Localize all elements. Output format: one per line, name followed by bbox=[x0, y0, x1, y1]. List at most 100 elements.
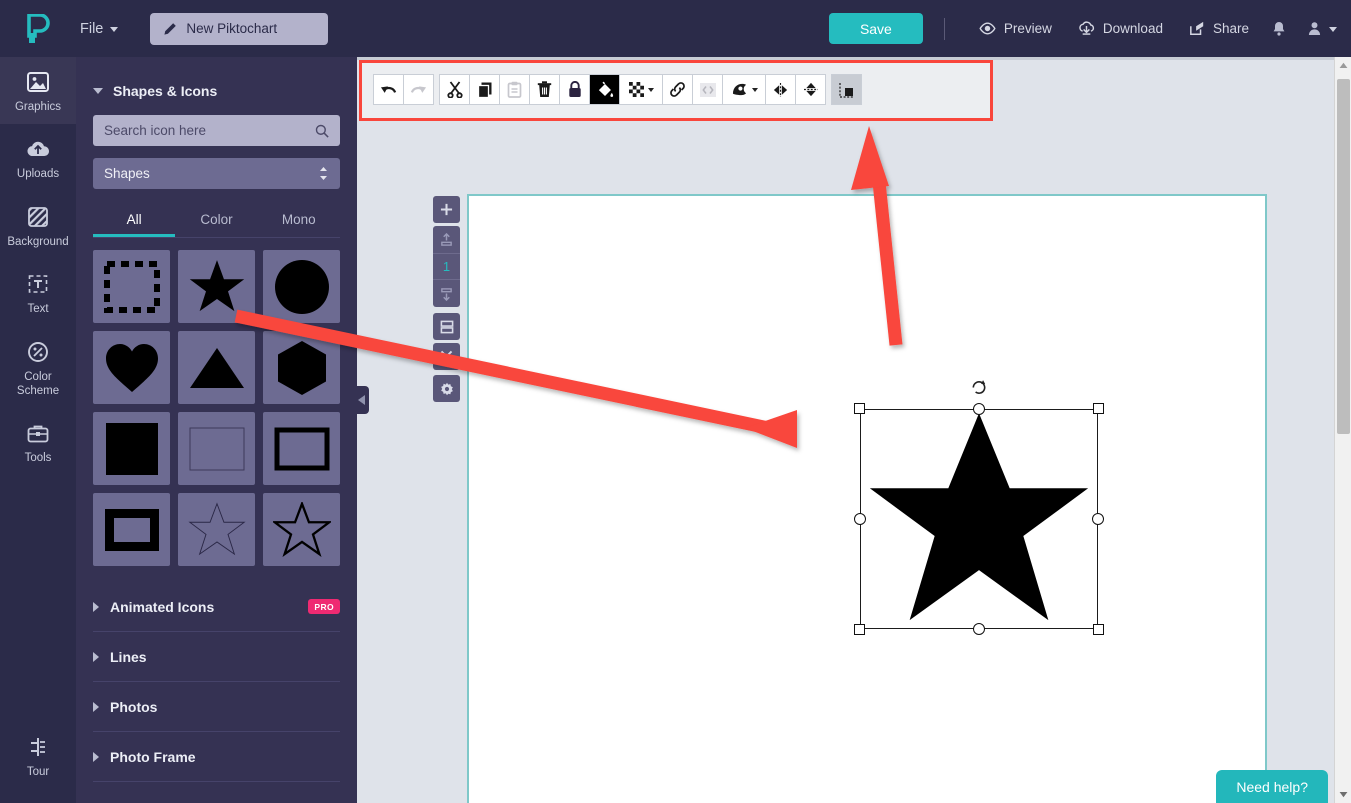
download-label: Download bbox=[1102, 21, 1163, 36]
shape-tile-rect-thick-outline[interactable] bbox=[263, 412, 340, 485]
handle-middle-right[interactable] bbox=[1092, 513, 1104, 525]
crop-mask-button[interactable] bbox=[722, 74, 766, 105]
rotate-icon[interactable] bbox=[971, 379, 988, 396]
share-button[interactable]: Share bbox=[1176, 0, 1262, 57]
delete-button[interactable] bbox=[529, 74, 560, 105]
add-block-button[interactable] bbox=[433, 196, 460, 223]
shape-tile-circle-filled[interactable] bbox=[263, 250, 340, 323]
search-input[interactable] bbox=[104, 123, 315, 138]
selected-object[interactable] bbox=[854, 380, 1104, 635]
remove-block-button[interactable] bbox=[433, 343, 460, 370]
move-block-down-button[interactable] bbox=[433, 280, 460, 307]
shape-tile-triangle-filled[interactable] bbox=[178, 331, 255, 404]
sidebar-item-background[interactable]: Background bbox=[0, 192, 76, 259]
sidebar-item-uploads[interactable]: Uploads bbox=[0, 124, 76, 191]
handle-middle-left[interactable] bbox=[854, 513, 866, 525]
shape-tile-star-filled[interactable] bbox=[178, 250, 255, 323]
rect-thick-shape-icon bbox=[274, 427, 329, 470]
lock-icon bbox=[568, 81, 581, 97]
paint-bucket-icon bbox=[598, 81, 613, 97]
chevron-down-icon bbox=[93, 88, 103, 94]
preview-button[interactable]: Preview bbox=[966, 0, 1065, 57]
move-block-up-button[interactable] bbox=[433, 226, 460, 253]
opacity-button[interactable] bbox=[619, 74, 663, 105]
chevron-down-icon bbox=[110, 27, 119, 32]
undo-button[interactable] bbox=[373, 74, 404, 105]
star-solid-shape-icon bbox=[189, 260, 244, 312]
position-button[interactable] bbox=[831, 74, 862, 105]
sidebar-label-background: Background bbox=[7, 235, 69, 248]
handle-top-left[interactable] bbox=[854, 403, 865, 414]
shape-grid bbox=[93, 250, 340, 566]
tab-all[interactable]: All bbox=[93, 203, 175, 237]
scrollbar-thumb[interactable] bbox=[1337, 79, 1350, 434]
icon-search-box[interactable] bbox=[93, 115, 340, 146]
accordion-animated-icons[interactable]: Animated Icons PRO bbox=[93, 582, 340, 632]
embed-button[interactable] bbox=[692, 74, 723, 105]
sidebar-item-tour[interactable]: Tour bbox=[0, 722, 76, 789]
handle-bottom-left[interactable] bbox=[854, 624, 865, 635]
star-shape[interactable] bbox=[860, 411, 1098, 627]
scroll-down-arrow[interactable] bbox=[1335, 786, 1351, 803]
accordion-label: Animated Icons bbox=[110, 598, 215, 615]
save-button[interactable]: Save bbox=[828, 13, 923, 44]
handle-top-right[interactable] bbox=[1093, 403, 1104, 414]
lock-button[interactable] bbox=[559, 74, 590, 105]
download-button[interactable]: Download bbox=[1065, 0, 1176, 57]
panel-collapse-arrow[interactable] bbox=[353, 386, 369, 414]
file-menu[interactable]: File bbox=[80, 20, 119, 37]
sidebar-item-text[interactable]: Text bbox=[0, 259, 76, 326]
block-settings-button[interactable] bbox=[433, 375, 460, 402]
handle-bottom-center[interactable] bbox=[973, 623, 985, 635]
shape-tile-hexagon-filled[interactable] bbox=[263, 331, 340, 404]
shape-tile-rect-thin-outline[interactable] bbox=[178, 412, 255, 485]
duplicate-block-icon bbox=[440, 320, 453, 333]
tab-color[interactable]: Color bbox=[175, 203, 257, 237]
document-title-field[interactable]: New Piktochart bbox=[150, 12, 329, 45]
shape-tile-rect-bold-outline[interactable] bbox=[93, 493, 170, 566]
shape-tile-dashed-square[interactable] bbox=[93, 250, 170, 323]
block-order-group: 1 bbox=[433, 226, 460, 307]
shape-tile-square-filled[interactable] bbox=[93, 412, 170, 485]
shape-tile-heart-filled[interactable] bbox=[93, 331, 170, 404]
chevron-right-icon bbox=[93, 701, 99, 712]
handle-top-center[interactable] bbox=[973, 403, 985, 415]
canvas-area: 1 bbox=[357, 128, 1351, 803]
scroll-up-arrow[interactable] bbox=[1335, 57, 1351, 74]
sidebar-item-color-scheme[interactable]: Color Scheme bbox=[0, 327, 76, 409]
sidebar-item-tools[interactable]: Tools bbox=[0, 408, 76, 475]
cut-button[interactable] bbox=[439, 74, 470, 105]
sidebar-label-graphics: Graphics bbox=[14, 101, 62, 113]
duplicate-block-button[interactable] bbox=[433, 313, 460, 340]
flip-vertical-button[interactable] bbox=[795, 74, 826, 105]
notifications-button[interactable] bbox=[1262, 21, 1296, 37]
section-title: Shapes & Icons bbox=[113, 83, 218, 99]
link-button[interactable] bbox=[662, 74, 693, 105]
copy-button[interactable] bbox=[469, 74, 500, 105]
left-icon-rail: Graphics Uploads Background Text Color S… bbox=[0, 57, 76, 803]
paste-button[interactable] bbox=[499, 74, 530, 105]
chevron-down-icon bbox=[751, 87, 758, 92]
shape-tile-star-bold-outline[interactable] bbox=[263, 493, 340, 566]
flip-vertical-icon bbox=[803, 82, 818, 97]
accordion-lines[interactable]: Lines bbox=[93, 632, 340, 682]
category-select[interactable]: Shapes bbox=[93, 158, 340, 189]
tab-mono[interactable]: Mono bbox=[258, 203, 340, 237]
vertical-scrollbar[interactable] bbox=[1334, 57, 1351, 803]
accordion-label: Photos bbox=[110, 698, 158, 715]
shape-tile-star-thin-outline[interactable] bbox=[178, 493, 255, 566]
redo-button[interactable] bbox=[403, 74, 434, 105]
eye-icon bbox=[979, 22, 996, 35]
canvas-page[interactable] bbox=[467, 194, 1267, 803]
flip-horizontal-button[interactable] bbox=[765, 74, 796, 105]
accordion-photos[interactable]: Photos bbox=[93, 682, 340, 732]
file-menu-label: File bbox=[80, 20, 104, 37]
fill-color-button[interactable] bbox=[589, 74, 620, 105]
shapes-and-icons-section-header[interactable]: Shapes & Icons bbox=[76, 57, 357, 99]
need-help-button[interactable]: Need help? bbox=[1216, 770, 1328, 803]
sidebar-item-graphics[interactable]: Graphics bbox=[0, 57, 76, 125]
handle-bottom-right[interactable] bbox=[1093, 624, 1104, 635]
account-menu[interactable] bbox=[1296, 21, 1337, 36]
logo-wrap[interactable] bbox=[0, 13, 76, 44]
accordion-photo-frame[interactable]: Photo Frame bbox=[93, 732, 340, 782]
